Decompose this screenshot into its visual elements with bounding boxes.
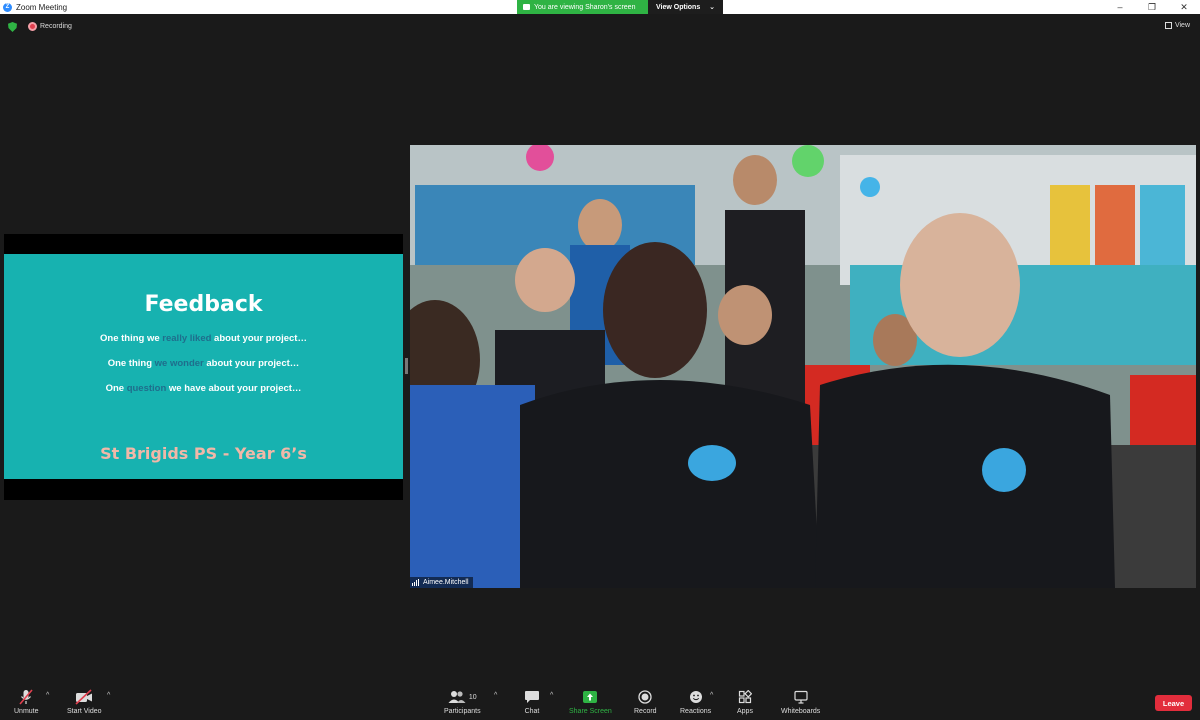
share-screen-icon (582, 689, 598, 705)
chat-icon (524, 689, 540, 705)
viewing-banner: You are viewing Sharon's screen View Opt… (517, 0, 723, 14)
participants-options-caret[interactable]: ^ (494, 692, 497, 699)
participant-video[interactable] (410, 145, 1196, 588)
window-controls: – ❐ ✕ (1104, 0, 1200, 14)
start-video-label: Start Video (67, 708, 102, 715)
screen-share-icon (523, 4, 530, 10)
muted-microphone-icon (18, 689, 34, 705)
record-icon (638, 689, 652, 705)
viewing-text: You are viewing Sharon's screen (534, 3, 636, 11)
shared-screen: Feedback One thing we really liked about… (4, 234, 403, 500)
slide-title: Feedback (144, 292, 263, 317)
view-options-button[interactable]: View Options ⌄ (648, 0, 723, 14)
close-button[interactable]: ✕ (1168, 0, 1200, 14)
view-button[interactable]: View (1164, 22, 1190, 29)
slide-line-2: One thing we wonder about your project… (107, 358, 300, 369)
recording-indicator[interactable]: Recording (28, 22, 72, 31)
reactions-options-caret[interactable]: ^ (710, 692, 713, 699)
participants-count: 10 (468, 693, 477, 701)
whiteboards-label: Whiteboards (781, 708, 821, 715)
view-label: View (1174, 22, 1190, 29)
video-options-caret[interactable]: ^ (107, 692, 110, 699)
whiteboard-icon (794, 689, 808, 705)
whiteboards-button[interactable]: Whiteboards (781, 689, 820, 715)
unmute-button[interactable]: Unmute (14, 689, 39, 715)
reactions-smiley-icon (689, 689, 703, 705)
share-screen-label: Share Screen (569, 708, 612, 715)
split-resize-handle[interactable] (405, 358, 408, 374)
leave-button[interactable]: Leave (1155, 695, 1192, 711)
apps-button[interactable]: Apps (737, 689, 753, 715)
share-screen-button[interactable]: Share Screen (569, 689, 612, 715)
chat-options-caret[interactable]: ^ (550, 692, 553, 699)
participants-icon (448, 691, 466, 703)
window-title: Zoom Meeting (16, 2, 68, 12)
slide-line-3: One question we have about your project… (105, 383, 302, 394)
participant-name-tag: Aimee.Mitchell (410, 577, 473, 588)
slide-school-name: St Brigids PS - Year 6’s (100, 444, 307, 463)
audio-options-caret[interactable]: ^ (46, 692, 49, 699)
record-label: Record (634, 708, 657, 715)
view-layout-icon (1164, 22, 1172, 29)
start-video-button[interactable]: Start Video (67, 689, 102, 715)
apps-icon (738, 689, 752, 705)
feedback-slide: Feedback One thing we really liked about… (4, 254, 403, 479)
chat-label: Chat (524, 708, 540, 715)
recording-label: Recording (40, 23, 72, 30)
minimize-button[interactable]: – (1104, 0, 1136, 14)
participants-button[interactable]: 10 Participants (444, 689, 481, 715)
maximize-button[interactable]: ❐ (1136, 0, 1168, 14)
unmute-label: Unmute (14, 708, 39, 715)
zoom-logo-icon: Z (3, 2, 12, 12)
chat-button[interactable]: Chat (524, 689, 540, 715)
reactions-button[interactable]: Reactions (680, 689, 711, 715)
viewing-screen-indicator: You are viewing Sharon's screen (517, 0, 648, 14)
participants-label: Participants (444, 708, 481, 715)
slide-line-1: One thing we really liked about your pro… (100, 333, 307, 344)
chevron-down-icon: ⌄ (709, 4, 715, 11)
record-button[interactable]: Record (634, 689, 657, 715)
recording-icon (28, 22, 37, 31)
reactions-label: Reactions (680, 708, 712, 715)
classroom-video-image (410, 145, 1196, 588)
participants-icon-wrap: 10 (448, 689, 477, 705)
encryption-shield-icon[interactable] (8, 22, 17, 32)
participant-name: Aimee.Mitchell (423, 579, 469, 586)
view-options-label: View Options (656, 3, 701, 11)
signal-strength-icon (412, 579, 420, 586)
video-off-icon (75, 689, 93, 705)
apps-label: Apps (737, 708, 753, 715)
